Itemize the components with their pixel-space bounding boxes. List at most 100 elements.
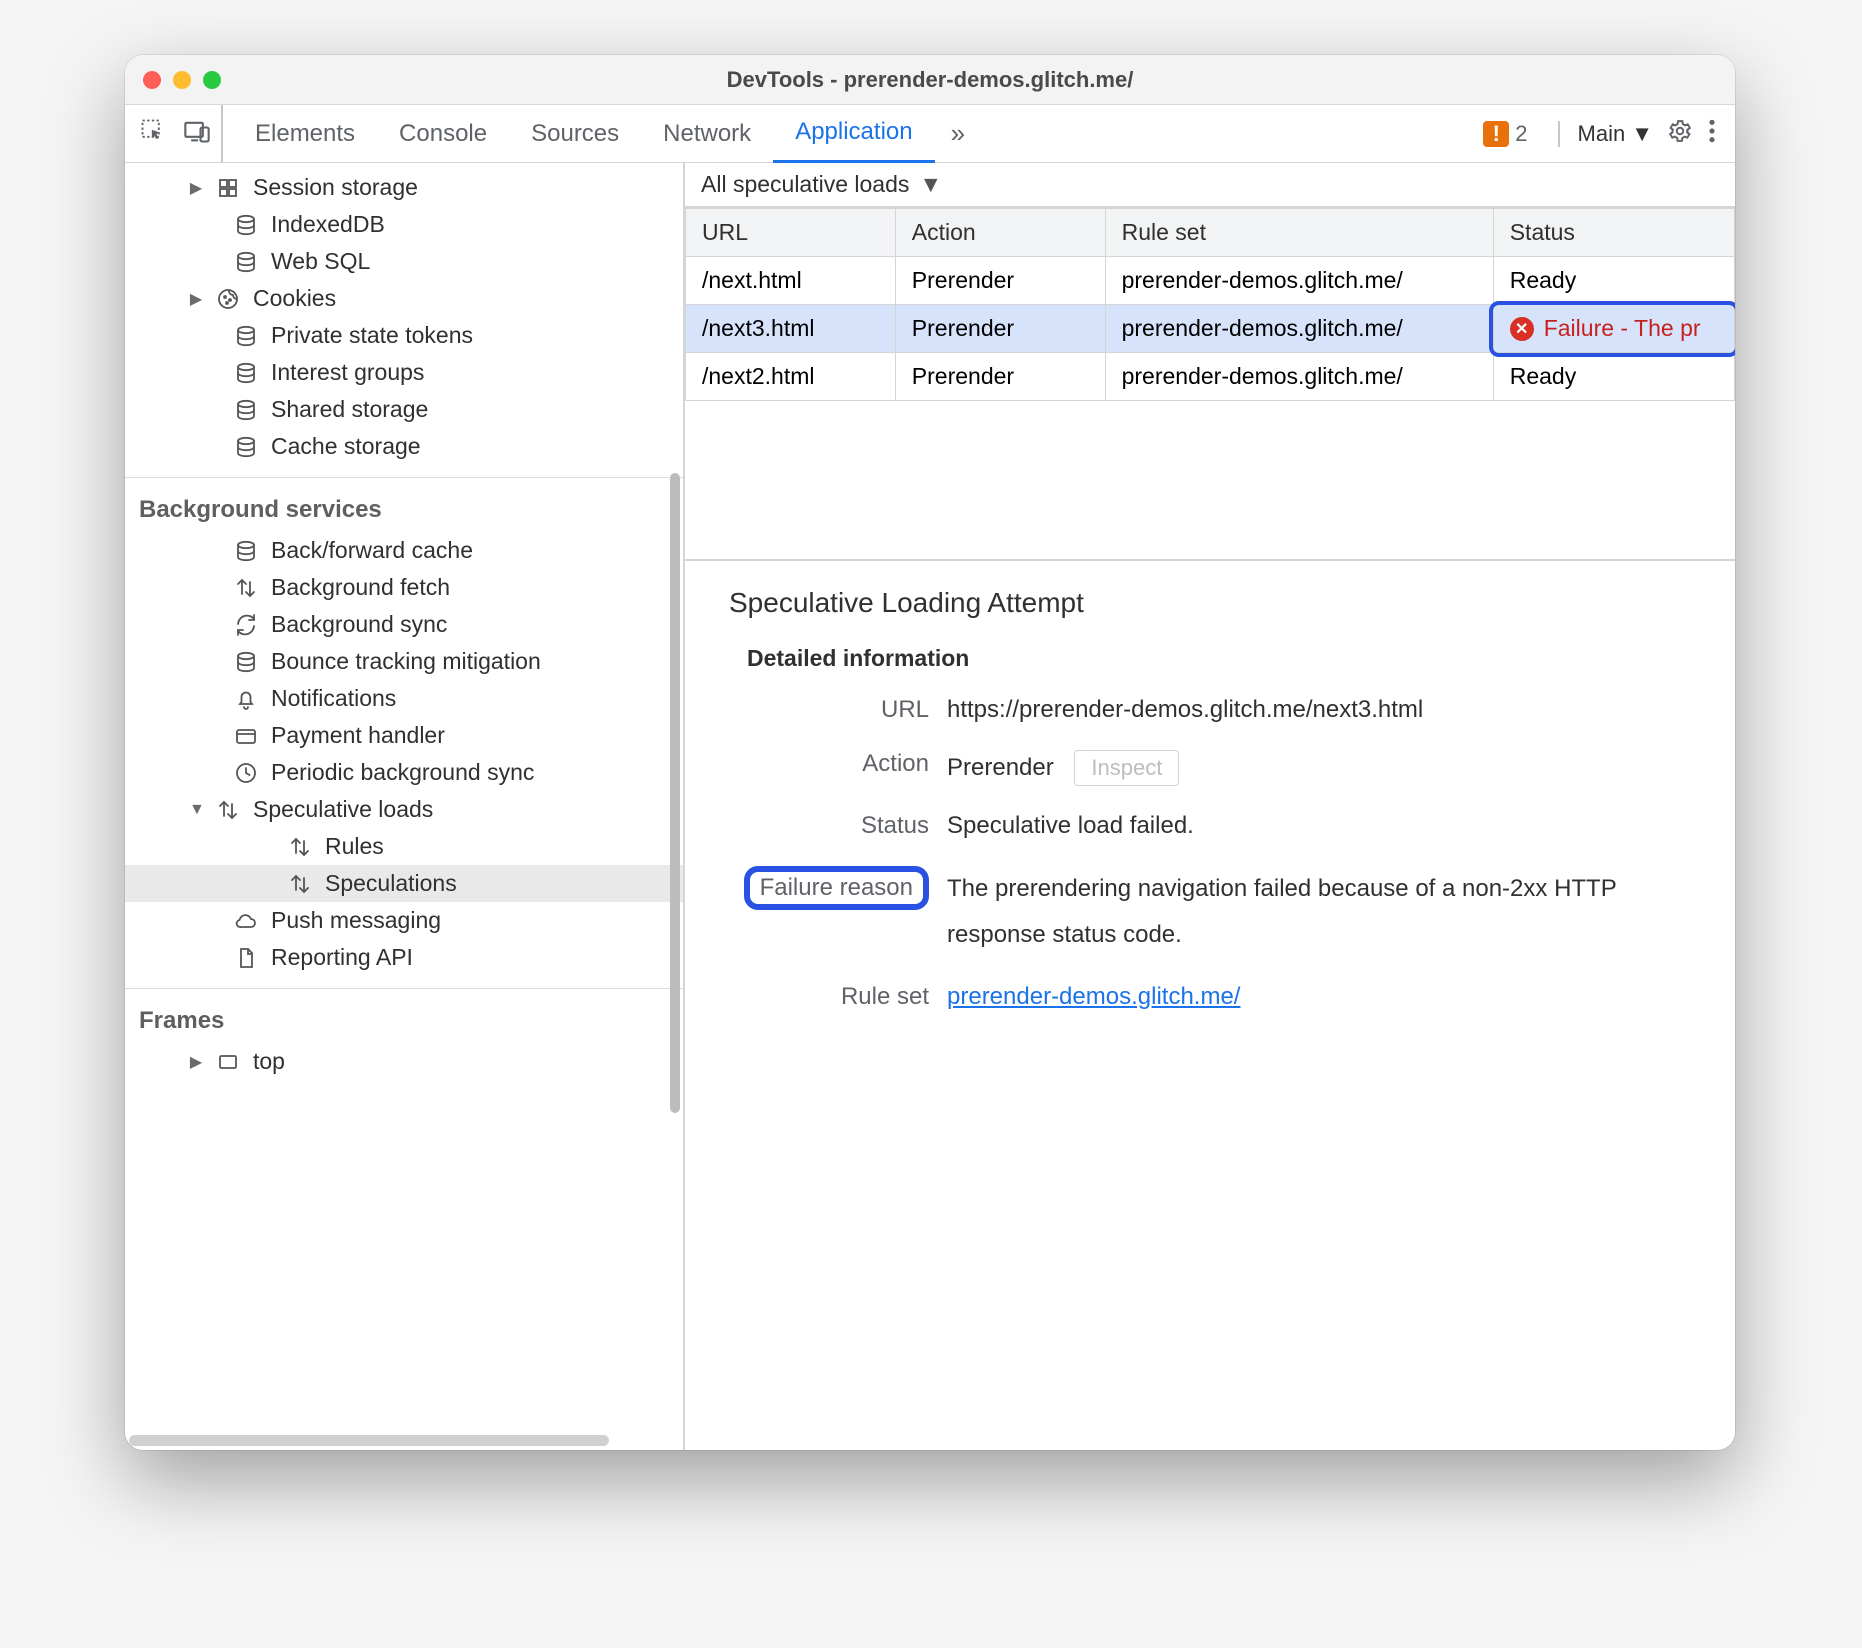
- cell-ruleset: prerender-demos.glitch.me/: [1105, 353, 1493, 401]
- kebab-icon[interactable]: [1707, 118, 1717, 149]
- doc-icon: [233, 945, 259, 971]
- device-toolbar-icon[interactable]: [183, 117, 211, 150]
- cloud-icon: [233, 908, 259, 934]
- sidebar-bg-item-9[interactable]: Reporting API: [125, 939, 683, 976]
- tab-console[interactable]: Console: [377, 105, 509, 163]
- devtools-window: DevTools - prerender-demos.glitch.me/ El…: [125, 55, 1735, 1450]
- sidebar-bg-item-4[interactable]: Notifications: [125, 680, 683, 717]
- sidebar-horizontal-scrollbar[interactable]: [129, 1435, 609, 1446]
- row-label: Speculative loads: [253, 796, 433, 823]
- row-label: Background fetch: [271, 574, 450, 601]
- details-failure-value: The prerendering navigation failed becau…: [947, 866, 1691, 957]
- db-icon: [233, 360, 259, 386]
- sidebar-frame-item-0[interactable]: ▶ top: [125, 1043, 683, 1080]
- close-window-button[interactable]: [143, 71, 161, 89]
- details-ruleset-link[interactable]: prerender-demos.glitch.me/: [947, 983, 1240, 1010]
- sidebar-bg-item-7[interactable]: ▼ Speculative loads: [125, 791, 683, 828]
- row-label: Bounce tracking mitigation: [271, 648, 541, 675]
- col-url[interactable]: URL: [686, 209, 896, 257]
- details-url-value: https://prerender-demos.glitch.me/next3.…: [947, 696, 1691, 724]
- cell-action: Prerender: [895, 305, 1105, 353]
- row-label: Rules: [325, 833, 384, 860]
- sidebar-storage-item-7[interactable]: Cache storage: [125, 428, 683, 465]
- tab-elements[interactable]: Elements: [233, 105, 377, 163]
- chevron-down-icon: ▼: [1631, 121, 1653, 147]
- table-row[interactable]: /next.htmlPrerenderprerender-demos.glitc…: [686, 257, 1735, 305]
- sidebar-bg-item-0[interactable]: Back/forward cache: [125, 532, 683, 569]
- cell-url: /next3.html: [686, 305, 896, 353]
- row-label: Back/forward cache: [271, 537, 473, 564]
- details-heading: Speculative Loading Attempt: [729, 587, 1691, 619]
- sync-icon: [233, 612, 259, 638]
- sidebar-bg-item-2[interactable]: Background sync: [125, 606, 683, 643]
- settings-icon[interactable]: [1667, 118, 1693, 149]
- expand-caret-icon[interactable]: ▶: [189, 289, 203, 309]
- sidebar-storage-item-0[interactable]: ▶ Session storage: [125, 169, 683, 206]
- issues-count: 2: [1515, 121, 1527, 147]
- sidebar-scrollbar[interactable]: [670, 473, 680, 1113]
- minimize-window-button[interactable]: [173, 71, 191, 89]
- sidebar-bg-item-1[interactable]: Background fetch: [125, 569, 683, 606]
- sidebar-storage-item-6[interactable]: Shared storage: [125, 391, 683, 428]
- row-label: Session storage: [253, 174, 418, 201]
- expand-caret-icon[interactable]: ▶: [189, 178, 203, 198]
- sidebar-storage-item-3[interactable]: ▶Cookies: [125, 280, 683, 317]
- cell-ruleset: prerender-demos.glitch.me/: [1105, 305, 1493, 353]
- col-status[interactable]: Status: [1493, 209, 1734, 257]
- sidebar-storage-item-1[interactable]: IndexedDB: [125, 206, 683, 243]
- chevron-down-icon: ▼: [919, 171, 942, 198]
- table-row[interactable]: /next2.htmlPrerenderprerender-demos.glit…: [686, 353, 1735, 401]
- row-label: top: [253, 1048, 285, 1075]
- filter-label: All speculative loads: [701, 171, 909, 198]
- cell-status: Ready: [1493, 257, 1734, 305]
- zoom-window-button[interactable]: [203, 71, 221, 89]
- expand-caret-icon[interactable]: ▼: [189, 801, 203, 819]
- sidebar-storage-item-2[interactable]: Web SQL: [125, 243, 683, 280]
- sidebar-bg-item-6[interactable]: Periodic background sync: [125, 754, 683, 791]
- window-title: DevTools - prerender-demos.glitch.me/: [125, 67, 1735, 93]
- filter-bar[interactable]: All speculative loads ▼: [685, 163, 1735, 208]
- col-ruleset[interactable]: Rule set: [1105, 209, 1493, 257]
- clock-icon: [233, 760, 259, 786]
- db-icon: [233, 212, 259, 238]
- table-row[interactable]: /next3.htmlPrerenderprerender-demos.glit…: [686, 305, 1735, 353]
- tab-sources[interactable]: Sources: [509, 105, 641, 163]
- inspect-button[interactable]: Inspect: [1074, 750, 1179, 786]
- db-icon: [233, 323, 259, 349]
- sidebar-bg-child-7-1[interactable]: Speculations: [125, 865, 683, 902]
- db-icon: [233, 538, 259, 564]
- sidebar-bg-item-3[interactable]: Bounce tracking mitigation: [125, 643, 683, 680]
- row-label: Cache storage: [271, 433, 421, 460]
- sidebar-bg-child-7-0[interactable]: Rules: [125, 828, 683, 865]
- sidebar-bg-item-8[interactable]: Push messaging: [125, 902, 683, 939]
- expand-caret-icon[interactable]: ▶: [189, 1052, 203, 1072]
- sidebar-bg-item-5[interactable]: Payment handler: [125, 717, 683, 754]
- updown-icon: [215, 797, 241, 823]
- col-action[interactable]: Action: [895, 209, 1105, 257]
- traffic-lights[interactable]: [143, 71, 221, 89]
- tab-application[interactable]: Application: [773, 105, 934, 163]
- cell-action: Prerender: [895, 353, 1105, 401]
- details-failure-label: Failure reason: [744, 866, 929, 910]
- row-label: Notifications: [271, 685, 396, 712]
- target-selector[interactable]: Main ▼: [1558, 121, 1653, 147]
- tabs-group: Elements Console Sources Network Applica…: [223, 105, 935, 163]
- details-url-label: URL: [729, 696, 929, 724]
- panel-tabs-bar: Elements Console Sources Network Applica…: [125, 105, 1735, 163]
- tab-more-icon[interactable]: »: [935, 118, 981, 149]
- cell-url: /next2.html: [686, 353, 896, 401]
- tab-network[interactable]: Network: [641, 105, 773, 163]
- sidebar-storage-item-5[interactable]: Interest groups: [125, 354, 683, 391]
- row-label: Reporting API: [271, 944, 413, 971]
- details-action-value: Prerender: [947, 754, 1054, 781]
- cookie-icon: [215, 286, 241, 312]
- details-panel: Speculative Loading Attempt Detailed inf…: [685, 561, 1735, 1021]
- db-icon: [233, 249, 259, 275]
- inspect-element-icon[interactable]: [139, 117, 167, 150]
- frames-header: Frames: [125, 989, 683, 1043]
- row-label: Payment handler: [271, 722, 445, 749]
- sidebar-storage-item-4[interactable]: Private state tokens: [125, 317, 683, 354]
- issues-badge[interactable]: ! 2: [1483, 121, 1527, 147]
- row-label: Background sync: [271, 611, 447, 638]
- speculations-table: URL Action Rule set Status /next.htmlPre…: [685, 208, 1735, 401]
